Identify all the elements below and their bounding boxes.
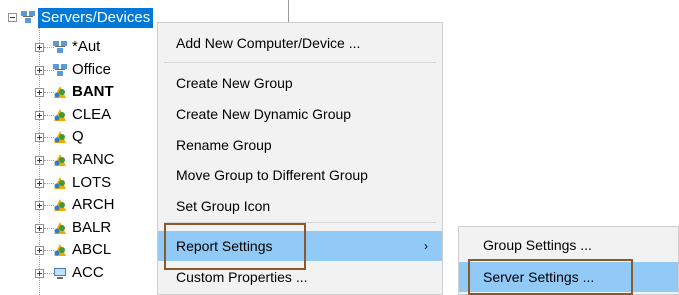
menu-item-rename-group[interactable]: Rename Group (158, 131, 442, 159)
tree-node-label: ARCH (72, 196, 115, 213)
menu-item-label: Set Group Icon (176, 198, 271, 214)
network-group-icon (21, 11, 35, 23)
expand-icon[interactable] (35, 111, 44, 120)
menu-item-label: Custom Properties ... (176, 269, 308, 285)
report-settings-submenu: Group Settings ... Server Settings ... (458, 226, 679, 295)
dynamic-group-icon (54, 222, 66, 234)
menu-item-set-group-icon[interactable]: Set Group Icon (158, 192, 442, 220)
tree-node-label: BANT (72, 83, 114, 100)
menu-item-move-group[interactable]: Move Group to Different Group (158, 161, 442, 189)
tree-node-label: BALR (72, 219, 112, 236)
submenu-arrow-icon: › (424, 239, 428, 253)
tree-node[interactable]: BALR (0, 217, 160, 239)
dynamic-group-icon (54, 154, 66, 166)
menu-item-label: Server Settings ... (483, 269, 595, 285)
tree-root-label[interactable]: Servers/Devices (38, 8, 154, 28)
menu-item-label: Report Settings (176, 238, 273, 254)
dynamic-group-icon (54, 86, 66, 98)
menu-separator (164, 222, 436, 223)
tree-node[interactable]: Q (0, 126, 160, 148)
dynamic-group-icon (54, 244, 66, 256)
menu-item-create-dynamic-group[interactable]: Create New Dynamic Group (158, 100, 442, 128)
tree-node[interactable]: BANT (0, 81, 160, 103)
tree-node[interactable]: *Aut (0, 36, 160, 58)
expand-icon[interactable] (35, 156, 44, 165)
menu-item-label: Create New Group (176, 75, 293, 91)
menu-item-label: Add New Computer/Device ... (176, 35, 361, 51)
menu-item-label: Move Group to Different Group (176, 167, 368, 183)
expand-icon[interactable] (35, 133, 44, 142)
tree-node[interactable]: ACC (0, 262, 160, 284)
expand-icon[interactable] (35, 224, 44, 233)
collapse-root-icon[interactable] (8, 13, 17, 22)
submenu-item-group-settings[interactable]: Group Settings ... (459, 231, 678, 259)
tree-node-label: Office (72, 61, 111, 78)
menu-item-label: Create New Dynamic Group (176, 106, 352, 122)
tree-node-label: ACC (72, 264, 104, 281)
tree-node[interactable]: CLEA (0, 104, 160, 126)
dynamic-group-icon (54, 109, 66, 121)
dynamic-group-icon (54, 131, 66, 143)
menu-item-report-settings[interactable]: Report Settings › (158, 231, 442, 261)
tree-node[interactable]: Office (0, 59, 160, 81)
tree-node[interactable]: ARCH (0, 194, 160, 216)
menu-item-custom-properties[interactable]: Custom Properties ... (158, 263, 442, 291)
context-menu: Add New Computer/Device ... Create New G… (157, 22, 443, 295)
menu-item-label: Group Settings ... (483, 237, 592, 253)
menu-separator (164, 62, 436, 63)
expand-icon[interactable] (35, 179, 44, 188)
dynamic-group-icon (54, 199, 66, 211)
dynamic-group-icon (54, 177, 66, 189)
menu-item-create-new-group[interactable]: Create New Group (158, 69, 442, 97)
network-group-icon (53, 41, 67, 53)
tree-node-label: CLEA (72, 106, 112, 123)
expand-icon[interactable] (35, 269, 44, 278)
network-group-icon (53, 64, 67, 76)
menu-item-add-new-computer[interactable]: Add New Computer/Device ... (158, 29, 442, 57)
expand-icon[interactable] (35, 201, 44, 210)
menu-item-label: Rename Group (176, 137, 272, 153)
computer-icon (54, 268, 66, 279)
tree-node-label: LOTS (72, 174, 112, 191)
tree-node[interactable]: LOTS (0, 172, 160, 194)
expand-icon[interactable] (35, 43, 44, 52)
tree-node[interactable]: ABCL (0, 239, 160, 261)
submenu-item-server-settings[interactable]: Server Settings ... (459, 262, 678, 292)
expand-icon[interactable] (35, 246, 44, 255)
expand-icon[interactable] (35, 88, 44, 97)
tree-node[interactable]: RANC (0, 149, 160, 171)
tree-node-label: RANC (72, 151, 115, 168)
tree-node-label: *Aut (72, 38, 101, 55)
tree-node-label: Q (72, 128, 84, 145)
expand-icon[interactable] (35, 66, 44, 75)
tree-node-label: ABCL (72, 241, 112, 258)
